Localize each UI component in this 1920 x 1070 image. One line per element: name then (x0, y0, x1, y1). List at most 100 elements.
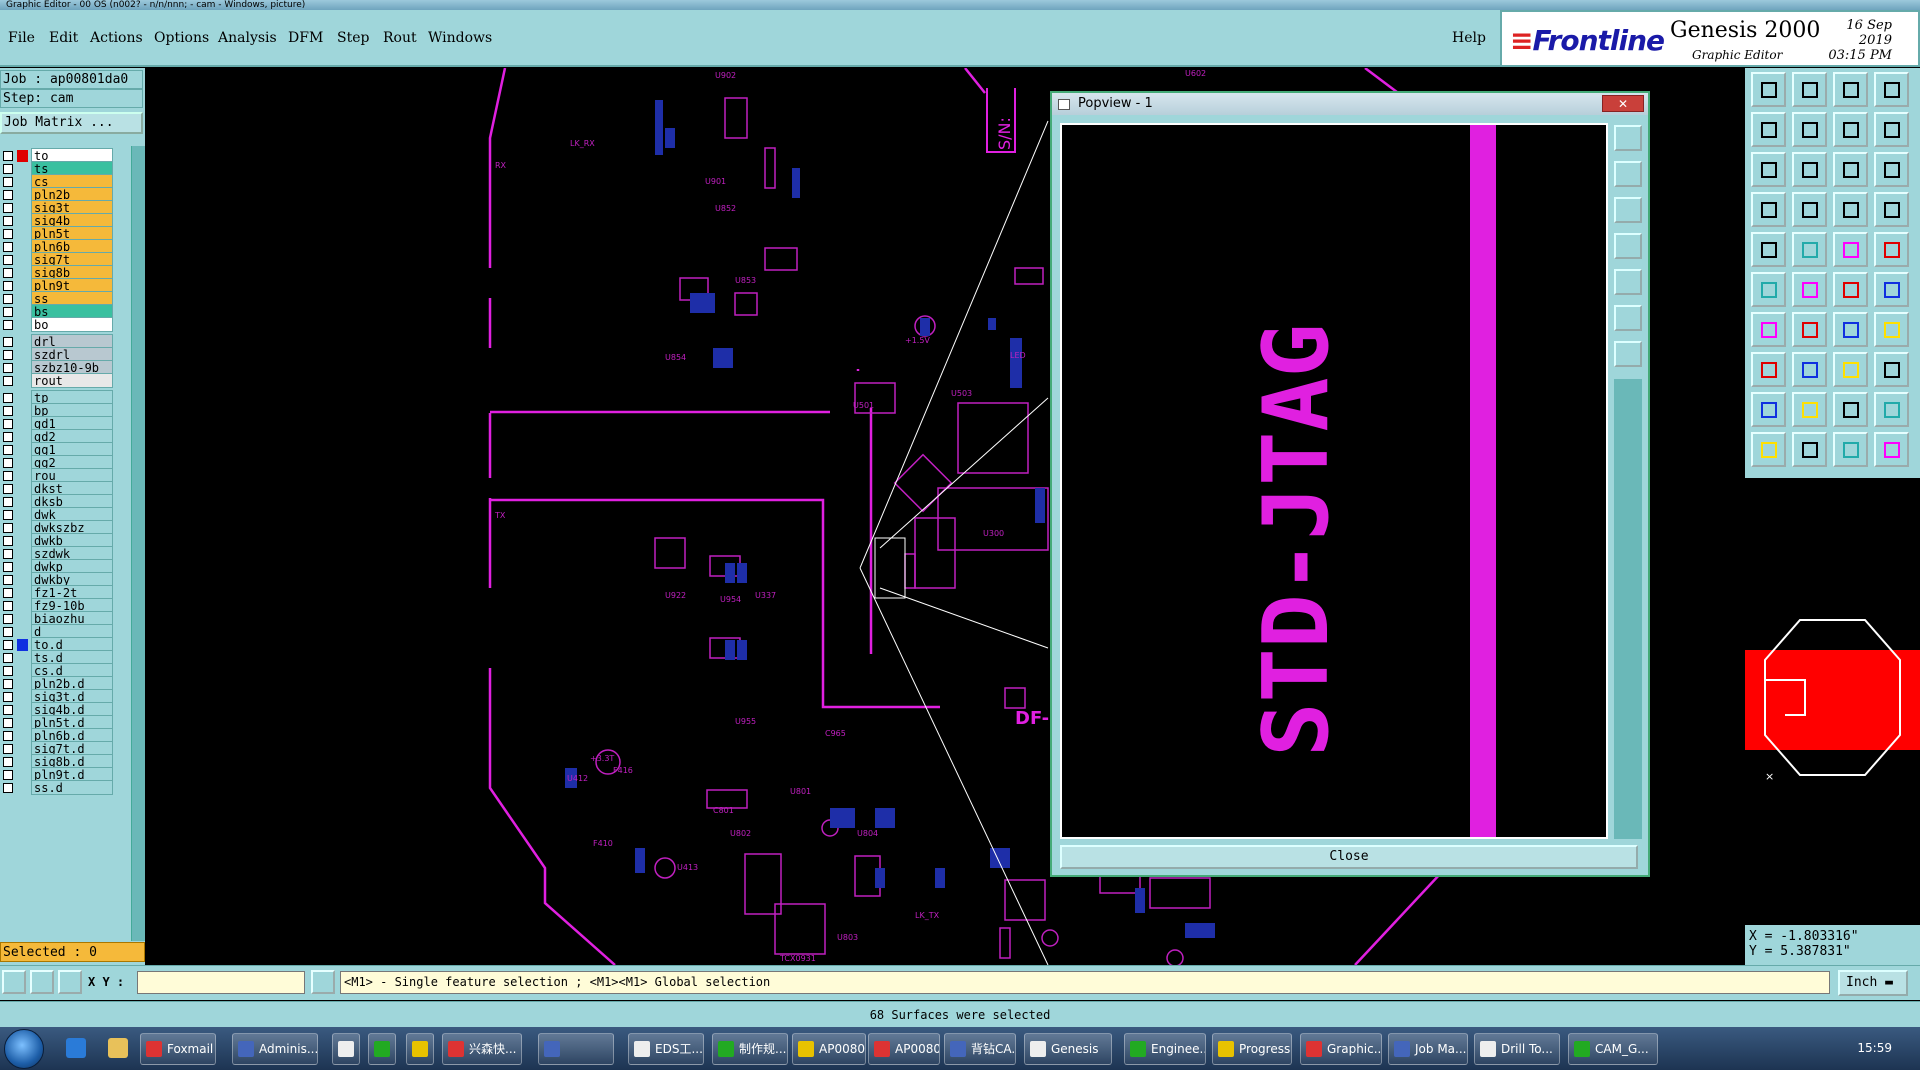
add-pad-icon[interactable] (1751, 312, 1786, 347)
layer-checkbox[interactable] (3, 190, 13, 200)
zoom-center-button[interactable] (1614, 341, 1642, 367)
taskbar-item[interactable]: AP0080... (868, 1033, 940, 1065)
select-net-icon[interactable] (1833, 392, 1868, 427)
layer-checkbox[interactable] (3, 363, 13, 373)
resize-icon[interactable] (1833, 272, 1868, 307)
zoom-in-button[interactable] (1614, 161, 1642, 187)
layer-checkbox[interactable] (3, 268, 13, 278)
tool-icon[interactable] (1751, 432, 1786, 467)
popview-close-button[interactable]: Close (1060, 845, 1638, 869)
taskbar-item[interactable]: CAM_G... (1568, 1033, 1658, 1065)
layer-select-marker[interactable] (17, 375, 28, 387)
menu-analysis[interactable]: Analysis (218, 30, 277, 46)
layer-checkbox[interactable] (3, 627, 13, 637)
layer-checkbox[interactable] (3, 484, 13, 494)
taskbar-item[interactable]: Genesis (1024, 1033, 1112, 1065)
start-button[interactable] (4, 1029, 44, 1069)
taskbar-item[interactable] (368, 1033, 396, 1065)
layer-checkbox[interactable] (3, 614, 13, 624)
layer-checkbox[interactable] (3, 294, 13, 304)
close-icon[interactable]: ✕ (1602, 95, 1644, 112)
layer-checkbox[interactable] (3, 653, 13, 663)
layer-checkbox[interactable] (3, 203, 13, 213)
layer-checkbox[interactable] (3, 679, 13, 689)
layer-checkbox[interactable] (3, 562, 13, 572)
menu-windows[interactable]: Windows (428, 30, 492, 46)
layer-checkbox[interactable] (3, 783, 13, 793)
layer-checkbox[interactable] (3, 151, 13, 161)
menu-options[interactable]: Options (154, 30, 209, 46)
layer-checkbox[interactable] (3, 281, 13, 291)
layer-checkbox[interactable] (3, 471, 13, 481)
fill-icon[interactable] (1751, 152, 1786, 187)
select-line-icon[interactable] (1792, 232, 1827, 267)
warning-3-icon[interactable] (1833, 352, 1868, 387)
menu-dfm[interactable]: DFM (288, 30, 323, 46)
taskbar-item[interactable]: Graphic... (1300, 1033, 1382, 1065)
warning-4-icon[interactable] (1874, 352, 1909, 387)
warning-1-icon[interactable] (1751, 352, 1786, 387)
layer-checkbox[interactable] (3, 549, 13, 559)
layer-checkbox[interactable] (3, 744, 13, 754)
tool-icon[interactable] (1792, 432, 1827, 467)
taskbar-item[interactable]: 背钻CA... (944, 1033, 1016, 1065)
zoom-out-icon[interactable] (1792, 72, 1827, 107)
job-matrix-button[interactable]: Job Matrix ... (0, 112, 143, 134)
layer-checkbox[interactable] (3, 731, 13, 741)
cut-icon[interactable] (1833, 232, 1868, 267)
layer-checkbox[interactable] (3, 406, 13, 416)
layer-checkbox[interactable] (3, 770, 13, 780)
tool-icon[interactable] (1874, 432, 1909, 467)
layer-checkbox[interactable] (3, 229, 13, 239)
unit-select[interactable]: Inch ▬ (1838, 970, 1908, 996)
select-pad-icon[interactable] (1751, 232, 1786, 267)
menu-file[interactable]: File (8, 30, 35, 46)
select-area-icon[interactable] (1874, 392, 1909, 427)
zoom-area-button[interactable] (1614, 269, 1642, 295)
layer-select-marker[interactable] (17, 319, 28, 331)
layer-checkbox[interactable] (3, 588, 13, 598)
select-cursor-icon[interactable] (1751, 392, 1786, 427)
tool-icon[interactable] (1833, 432, 1868, 467)
taskbar-item[interactable]: Drill To... (1474, 1033, 1560, 1065)
copy-icon[interactable] (1874, 192, 1909, 227)
layer-checkbox[interactable] (3, 376, 13, 386)
add-line-icon[interactable] (1792, 312, 1827, 347)
rotate-icon[interactable] (1792, 192, 1827, 227)
taskbar-item[interactable] (538, 1033, 614, 1065)
layer-row[interactable]: bo (0, 317, 130, 332)
mirror-icon[interactable] (1833, 192, 1868, 227)
layer-checkbox[interactable] (3, 666, 13, 676)
folder-icon[interactable] (108, 1038, 128, 1058)
layer-checkbox[interactable] (3, 757, 13, 767)
layer-checkbox[interactable] (3, 307, 13, 317)
menu-help[interactable]: Help (1452, 30, 1486, 46)
layer-checkbox[interactable] (3, 497, 13, 507)
layer-checkbox[interactable] (3, 601, 13, 611)
fit-to-screen-icon[interactable] (1833, 72, 1868, 107)
layer-checkbox[interactable] (3, 393, 13, 403)
taskbar-item[interactable]: Adminis... (232, 1033, 318, 1065)
layer-name[interactable]: bo (31, 317, 113, 332)
layer-checkbox[interactable] (3, 523, 13, 533)
taskbar-item[interactable]: EDS工... (628, 1033, 704, 1065)
warning-2-icon[interactable] (1792, 352, 1827, 387)
layer-checkbox[interactable] (3, 242, 13, 252)
taskbar-item[interactable]: AP0080... (792, 1033, 866, 1065)
measure-icon[interactable] (1751, 272, 1786, 307)
menu-step[interactable]: Step (337, 30, 369, 46)
add-surface-icon[interactable] (1874, 232, 1909, 267)
info-icon[interactable] (1874, 152, 1909, 187)
layer-checkbox[interactable] (3, 216, 13, 226)
popview-zoom-view[interactable]: STD-JTAG (1060, 123, 1608, 839)
layer-checkbox[interactable] (3, 718, 13, 728)
move-icon[interactable] (1751, 192, 1786, 227)
layer-checkbox[interactable] (3, 419, 13, 429)
next-view-icon[interactable] (1792, 112, 1827, 147)
grid-mode-icon[interactable] (58, 970, 82, 994)
layer-checkbox[interactable] (3, 705, 13, 715)
layer-checkbox[interactable] (3, 432, 13, 442)
layer-name[interactable]: ss.d (31, 780, 113, 795)
layer-checkbox[interactable] (3, 255, 13, 265)
menu-rout[interactable]: Rout (383, 30, 417, 46)
